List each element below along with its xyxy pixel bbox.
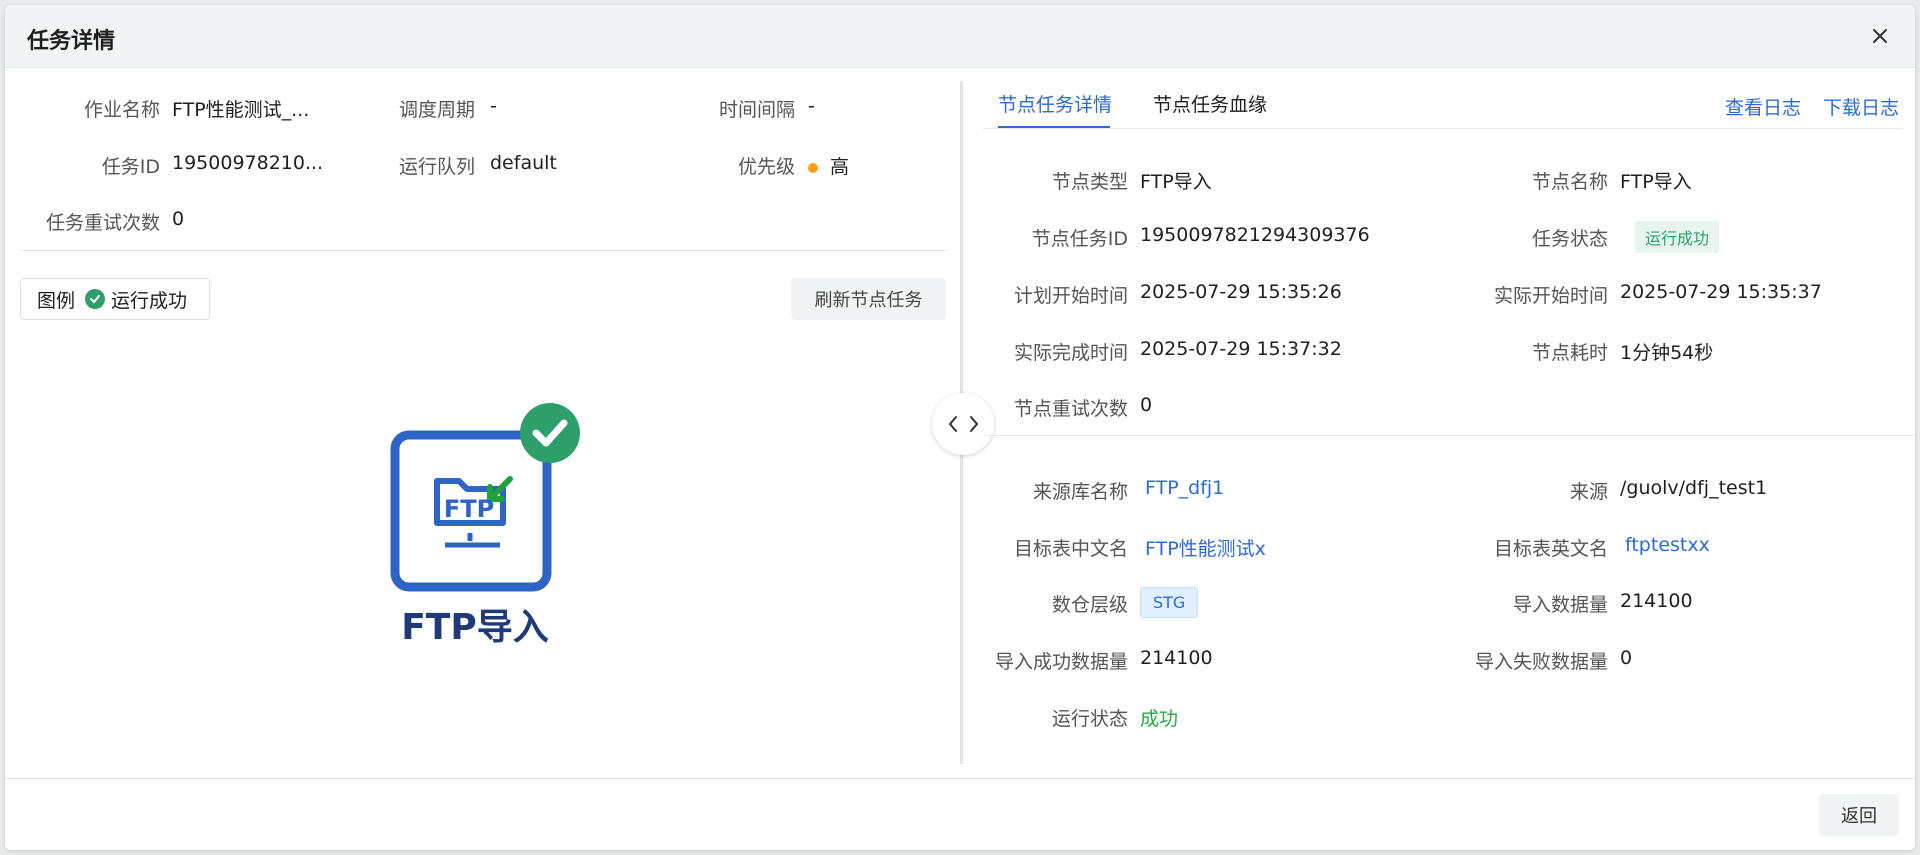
node-duration-label: 节点耗时	[1531, 342, 1608, 364]
tabs-divider	[983, 128, 1903, 129]
node-name-label: 节点名称	[1531, 171, 1608, 193]
legend: 图例 运行成功	[20, 278, 210, 320]
right-panel: 节点任务详情 节点任务血缘 查看日志 下载日志 节点类型 FTP导入 节点名称 …	[963, 68, 1915, 778]
view-log-link[interactable]: 查看日志	[1725, 93, 1801, 120]
schedule-cycle-value: -	[490, 95, 497, 117]
target-en-link[interactable]: ftptestxx	[1625, 534, 1710, 556]
node-type-label: 节点类型	[1051, 171, 1128, 193]
node-retry-label: 节点重试次数	[1013, 398, 1128, 420]
planned-start-label: 计划开始时间	[1013, 285, 1128, 307]
import-count-label: 导入数据量	[1512, 594, 1608, 616]
modal-footer: 返回	[5, 778, 1915, 850]
priority-text: 高	[830, 156, 850, 178]
info-divider	[20, 250, 948, 251]
chevron-left-icon[interactable]	[947, 415, 959, 433]
target-en-label: 目标表英文名	[1493, 538, 1608, 560]
task-id-value: 19500978210...	[172, 152, 324, 174]
job-name-label: 作业名称	[83, 99, 160, 121]
legend-item: 运行成功	[111, 289, 188, 312]
import-success-value: 214100	[1140, 647, 1213, 669]
task-id-label: 任务ID	[101, 156, 160, 178]
run-status-value: 成功	[1140, 708, 1179, 730]
node-retry-value: 0	[1140, 394, 1153, 416]
node-type-value: FTP导入	[1140, 171, 1212, 193]
run-status-label: 运行状态	[1051, 708, 1128, 730]
task-status-label: 任务状态	[1531, 228, 1608, 250]
tab-node-task-detail[interactable]: 节点任务详情	[998, 90, 1112, 117]
modal-title: 任务详情	[27, 29, 116, 54]
task-retry-value: 0	[172, 208, 185, 230]
interval-label: 时间间隔	[718, 99, 795, 121]
interval-value: -	[808, 95, 815, 117]
actual-start-label: 实际开始时间	[1493, 285, 1608, 307]
task-retry-label: 任务重试次数	[45, 212, 160, 234]
job-name-value: FTP性能测试_...	[172, 99, 310, 121]
priority-dot-icon	[808, 162, 818, 173]
legend-label: 图例	[37, 289, 76, 312]
node-task-id-label: 节点任务ID	[1031, 228, 1128, 250]
left-panel: 作业名称 FTP性能测试_... 调度周期 - 时间间隔 - 任务ID 1950…	[5, 68, 960, 778]
node-caption: FTP导入	[401, 607, 549, 648]
download-log-link[interactable]: 下载日志	[1823, 93, 1899, 120]
task-status-badge: 运行成功	[1635, 221, 1720, 253]
back-button[interactable]: 返回	[1819, 794, 1899, 836]
schedule-cycle-label: 调度周期	[398, 99, 475, 121]
node-task-id-value: 1950097821294309376	[1140, 224, 1370, 246]
source-value: /guolv/dfj_test1	[1620, 477, 1768, 499]
close-button[interactable]	[1867, 23, 1893, 49]
warehouse-layer-badge: STG	[1140, 587, 1199, 618]
source-label: 来源	[1569, 481, 1608, 503]
priority-label: 优先级	[737, 156, 795, 178]
target-cn-label: 目标表中文名	[1013, 538, 1128, 560]
target-cn-link[interactable]: FTP性能测试x	[1145, 534, 1266, 561]
node-duration-value: 1分钟54秒	[1620, 342, 1714, 364]
actual-start-value: 2025-07-29 15:35:37	[1620, 281, 1822, 303]
task-detail-modal: 任务详情 作业名称 FTP性能测试_... 调度周期 - 时间间隔 - 任务ID…	[5, 5, 1915, 850]
priority-value: 高	[808, 152, 849, 179]
run-queue-value: default	[490, 152, 557, 174]
node-name-value: FTP导入	[1620, 171, 1692, 193]
actual-finish-value: 2025-07-29 15:37:32	[1140, 338, 1342, 360]
run-queue-label: 运行队列	[398, 156, 475, 178]
ftp-icon-text: FTP	[444, 495, 494, 523]
ftp-node-icon: FTP	[390, 403, 580, 592]
refresh-node-task-button[interactable]: 刷新节点任务	[791, 278, 946, 320]
import-count-value: 214100	[1620, 590, 1693, 612]
modal-header: 任务详情	[5, 5, 1915, 68]
import-fail-value: 0	[1620, 647, 1633, 669]
success-check-icon	[85, 289, 106, 309]
import-fail-label: 导入失败数据量	[1474, 651, 1608, 673]
close-icon	[1873, 29, 1887, 43]
source-db-link[interactable]: FTP_dfj1	[1145, 477, 1224, 499]
warehouse-layer-label: 数仓层级	[1051, 594, 1128, 616]
planned-start-value: 2025-07-29 15:35:26	[1140, 281, 1342, 303]
detail-divider	[983, 435, 1915, 436]
ftp-import-node[interactable]: FTP	[385, 403, 585, 603]
tab-node-task-lineage[interactable]: 节点任务血缘	[1153, 90, 1267, 117]
source-db-label: 来源库名称	[1032, 481, 1128, 503]
import-success-label: 导入成功数据量	[994, 651, 1128, 673]
actual-finish-label: 实际完成时间	[1013, 342, 1128, 364]
